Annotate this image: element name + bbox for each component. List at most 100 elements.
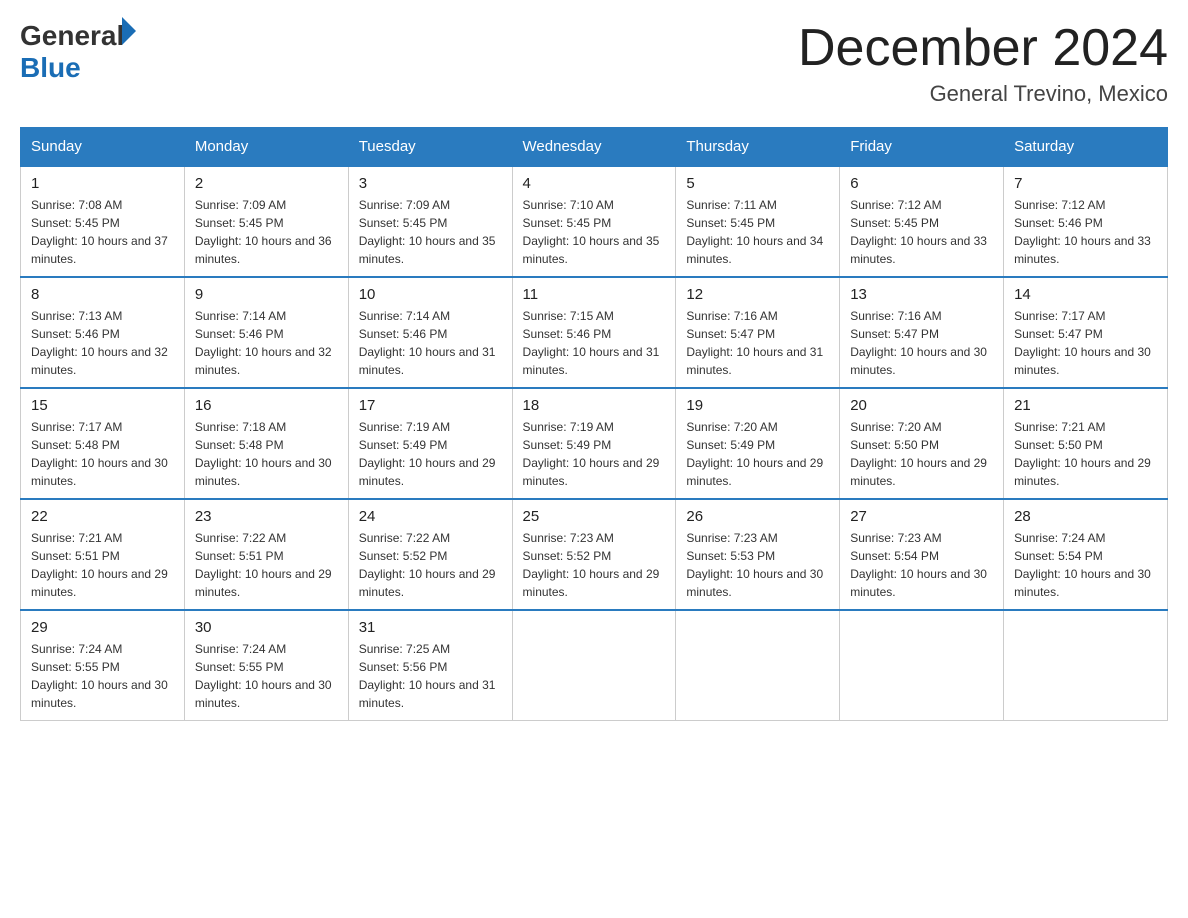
header-cell-monday: Monday: [184, 128, 348, 167]
calendar-body: 1 Sunrise: 7:08 AM Sunset: 5:45 PM Dayli…: [21, 166, 1168, 721]
calendar-cell: 28 Sunrise: 7:24 AM Sunset: 5:54 PM Dayl…: [1004, 499, 1168, 610]
calendar-cell: 4 Sunrise: 7:10 AM Sunset: 5:45 PM Dayli…: [512, 166, 676, 277]
calendar-cell: 7 Sunrise: 7:12 AM Sunset: 5:46 PM Dayli…: [1004, 166, 1168, 277]
logo-group: General Blue: [20, 20, 136, 84]
calendar-header: SundayMondayTuesdayWednesdayThursdayFrid…: [21, 128, 1168, 167]
calendar-week-2: 8 Sunrise: 7:13 AM Sunset: 5:46 PM Dayli…: [21, 277, 1168, 388]
day-info: Sunrise: 7:23 AM Sunset: 5:54 PM Dayligh…: [850, 529, 993, 601]
day-info: Sunrise: 7:09 AM Sunset: 5:45 PM Dayligh…: [195, 196, 338, 268]
calendar-cell: 20 Sunrise: 7:20 AM Sunset: 5:50 PM Dayl…: [840, 388, 1004, 499]
logo-text-general: General: [20, 20, 124, 52]
day-number: 4: [523, 175, 666, 192]
header-cell-friday: Friday: [840, 128, 1004, 167]
header-cell-wednesday: Wednesday: [512, 128, 676, 167]
calendar-cell: 9 Sunrise: 7:14 AM Sunset: 5:46 PM Dayli…: [184, 277, 348, 388]
day-number: 25: [523, 508, 666, 525]
header-cell-sunday: Sunday: [21, 128, 185, 167]
calendar-cell: 17 Sunrise: 7:19 AM Sunset: 5:49 PM Dayl…: [348, 388, 512, 499]
calendar-cell: 5 Sunrise: 7:11 AM Sunset: 5:45 PM Dayli…: [676, 166, 840, 277]
day-info: Sunrise: 7:24 AM Sunset: 5:55 PM Dayligh…: [195, 640, 338, 712]
calendar-week-1: 1 Sunrise: 7:08 AM Sunset: 5:45 PM Dayli…: [21, 166, 1168, 277]
day-info: Sunrise: 7:15 AM Sunset: 5:46 PM Dayligh…: [523, 307, 666, 379]
calendar-cell: 8 Sunrise: 7:13 AM Sunset: 5:46 PM Dayli…: [21, 277, 185, 388]
calendar-cell: 24 Sunrise: 7:22 AM Sunset: 5:52 PM Dayl…: [348, 499, 512, 610]
calendar-cell: 18 Sunrise: 7:19 AM Sunset: 5:49 PM Dayl…: [512, 388, 676, 499]
calendar-cell: 21 Sunrise: 7:21 AM Sunset: 5:50 PM Dayl…: [1004, 388, 1168, 499]
calendar-title: December 2024: [798, 20, 1168, 77]
day-number: 1: [31, 175, 174, 192]
day-number: 9: [195, 286, 338, 303]
day-number: 29: [31, 619, 174, 636]
day-number: 26: [686, 508, 829, 525]
calendar-cell: 6 Sunrise: 7:12 AM Sunset: 5:45 PM Dayli…: [840, 166, 1004, 277]
day-number: 30: [195, 619, 338, 636]
calendar-cell: [512, 610, 676, 721]
day-info: Sunrise: 7:22 AM Sunset: 5:51 PM Dayligh…: [195, 529, 338, 601]
calendar-week-5: 29 Sunrise: 7:24 AM Sunset: 5:55 PM Dayl…: [21, 610, 1168, 721]
day-number: 16: [195, 397, 338, 414]
calendar-cell: 2 Sunrise: 7:09 AM Sunset: 5:45 PM Dayli…: [184, 166, 348, 277]
logo-top-row: General: [20, 20, 136, 52]
day-info: Sunrise: 7:18 AM Sunset: 5:48 PM Dayligh…: [195, 418, 338, 490]
day-info: Sunrise: 7:23 AM Sunset: 5:52 PM Dayligh…: [523, 529, 666, 601]
title-block: December 2024 General Trevino, Mexico: [798, 20, 1168, 107]
day-number: 5: [686, 175, 829, 192]
day-number: 11: [523, 286, 666, 303]
calendar-cell: 12 Sunrise: 7:16 AM Sunset: 5:47 PM Dayl…: [676, 277, 840, 388]
day-info: Sunrise: 7:11 AM Sunset: 5:45 PM Dayligh…: [686, 196, 829, 268]
page-header: General Blue December 2024 General Trevi…: [20, 20, 1168, 107]
day-info: Sunrise: 7:25 AM Sunset: 5:56 PM Dayligh…: [359, 640, 502, 712]
day-number: 10: [359, 286, 502, 303]
day-info: Sunrise: 7:17 AM Sunset: 5:47 PM Dayligh…: [1014, 307, 1157, 379]
day-number: 13: [850, 286, 993, 303]
day-info: Sunrise: 7:16 AM Sunset: 5:47 PM Dayligh…: [850, 307, 993, 379]
logo-text-blue: Blue: [20, 52, 136, 84]
day-number: 22: [31, 508, 174, 525]
day-number: 15: [31, 397, 174, 414]
calendar-cell: 31 Sunrise: 7:25 AM Sunset: 5:56 PM Dayl…: [348, 610, 512, 721]
day-info: Sunrise: 7:20 AM Sunset: 5:50 PM Dayligh…: [850, 418, 993, 490]
day-info: Sunrise: 7:20 AM Sunset: 5:49 PM Dayligh…: [686, 418, 829, 490]
day-info: Sunrise: 7:13 AM Sunset: 5:46 PM Dayligh…: [31, 307, 174, 379]
logo: General Blue: [20, 20, 136, 84]
day-info: Sunrise: 7:17 AM Sunset: 5:48 PM Dayligh…: [31, 418, 174, 490]
day-number: 23: [195, 508, 338, 525]
day-number: 8: [31, 286, 174, 303]
header-cell-saturday: Saturday: [1004, 128, 1168, 167]
calendar-cell: 30 Sunrise: 7:24 AM Sunset: 5:55 PM Dayl…: [184, 610, 348, 721]
day-number: 28: [1014, 508, 1157, 525]
day-number: 27: [850, 508, 993, 525]
calendar-cell: 3 Sunrise: 7:09 AM Sunset: 5:45 PM Dayli…: [348, 166, 512, 277]
day-info: Sunrise: 7:23 AM Sunset: 5:53 PM Dayligh…: [686, 529, 829, 601]
header-cell-tuesday: Tuesday: [348, 128, 512, 167]
day-number: 12: [686, 286, 829, 303]
day-info: Sunrise: 7:12 AM Sunset: 5:45 PM Dayligh…: [850, 196, 993, 268]
calendar-cell: 26 Sunrise: 7:23 AM Sunset: 5:53 PM Dayl…: [676, 499, 840, 610]
calendar-week-3: 15 Sunrise: 7:17 AM Sunset: 5:48 PM Dayl…: [21, 388, 1168, 499]
header-cell-thursday: Thursday: [676, 128, 840, 167]
calendar-cell: 1 Sunrise: 7:08 AM Sunset: 5:45 PM Dayli…: [21, 166, 185, 277]
calendar-cell: 29 Sunrise: 7:24 AM Sunset: 5:55 PM Dayl…: [21, 610, 185, 721]
calendar-cell: 25 Sunrise: 7:23 AM Sunset: 5:52 PM Dayl…: [512, 499, 676, 610]
day-number: 31: [359, 619, 502, 636]
day-number: 7: [1014, 175, 1157, 192]
calendar-subtitle: General Trevino, Mexico: [798, 81, 1168, 107]
day-number: 18: [523, 397, 666, 414]
logo-arrow-icon: [122, 17, 136, 45]
day-info: Sunrise: 7:12 AM Sunset: 5:46 PM Dayligh…: [1014, 196, 1157, 268]
calendar-cell: 13 Sunrise: 7:16 AM Sunset: 5:47 PM Dayl…: [840, 277, 1004, 388]
calendar-cell: [676, 610, 840, 721]
header-row: SundayMondayTuesdayWednesdayThursdayFrid…: [21, 128, 1168, 167]
calendar-cell: [1004, 610, 1168, 721]
day-number: 6: [850, 175, 993, 192]
calendar-cell: 15 Sunrise: 7:17 AM Sunset: 5:48 PM Dayl…: [21, 388, 185, 499]
calendar-cell: 22 Sunrise: 7:21 AM Sunset: 5:51 PM Dayl…: [21, 499, 185, 610]
day-number: 14: [1014, 286, 1157, 303]
calendar-cell: [840, 610, 1004, 721]
calendar-cell: 19 Sunrise: 7:20 AM Sunset: 5:49 PM Dayl…: [676, 388, 840, 499]
day-info: Sunrise: 7:14 AM Sunset: 5:46 PM Dayligh…: [359, 307, 502, 379]
calendar-cell: 23 Sunrise: 7:22 AM Sunset: 5:51 PM Dayl…: [184, 499, 348, 610]
day-info: Sunrise: 7:09 AM Sunset: 5:45 PM Dayligh…: [359, 196, 502, 268]
calendar-cell: 14 Sunrise: 7:17 AM Sunset: 5:47 PM Dayl…: [1004, 277, 1168, 388]
day-info: Sunrise: 7:08 AM Sunset: 5:45 PM Dayligh…: [31, 196, 174, 268]
